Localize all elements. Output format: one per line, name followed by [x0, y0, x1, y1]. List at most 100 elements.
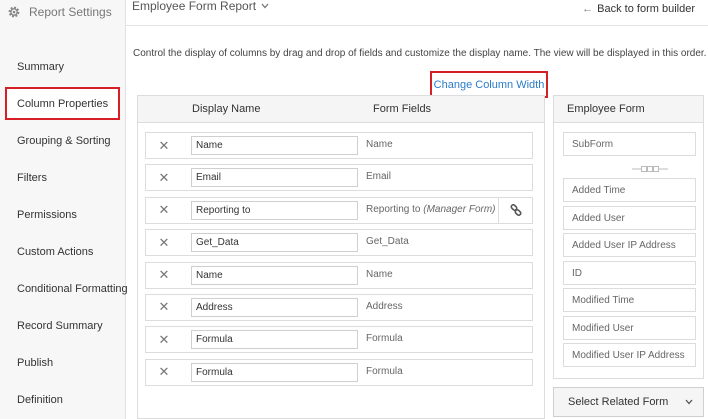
form-field-name: Name	[366, 269, 393, 280]
display-name-input[interactable]	[191, 136, 358, 155]
change-column-width-label: Change Column Width	[433, 78, 545, 91]
drag-divider-icon	[632, 166, 668, 172]
arrow-left-icon: ←	[582, 3, 594, 15]
close-icon: ✕	[158, 364, 170, 380]
close-icon: ✕	[158, 267, 170, 283]
close-icon: ✕	[158, 169, 170, 185]
sidebar-item-label: Column Properties	[17, 97, 109, 110]
close-icon: ✕	[158, 331, 170, 347]
panel-header: Display Name Form Fields	[138, 96, 544, 123]
sidebar-item-custom-actions[interactable]: Custom Actions	[0, 233, 126, 270]
report-title-dropdown[interactable]: Employee Form Report	[132, 0, 269, 13]
field-label: Modified User IP Address	[572, 349, 685, 361]
chevron-down-icon	[685, 399, 693, 405]
available-field[interactable]: Modified Time	[563, 288, 696, 312]
remove-column-button[interactable]: ✕	[146, 327, 182, 352]
back-to-form-builder-link[interactable]: ← Back to form builder	[582, 3, 695, 15]
available-field[interactable]: ID	[563, 261, 696, 285]
subform-field[interactable]: SubForm	[563, 132, 696, 156]
sidebar-item-label: Record Summary	[17, 319, 103, 332]
sidebar-item-label: Conditional Formatting	[17, 282, 128, 295]
sidebar-item-label: Filters	[17, 171, 47, 184]
column-row[interactable]: ✕ Email	[145, 164, 533, 192]
report-title: Employee Form Report	[132, 0, 257, 13]
sidebar: Report Settings Summary Column Propertie…	[0, 0, 128, 419]
sidebar-item-grouping-sorting[interactable]: Grouping & Sorting	[0, 122, 126, 159]
sidebar-item-label: Summary	[17, 60, 65, 73]
display-name-input[interactable]	[191, 297, 358, 317]
display-name-input[interactable]	[191, 330, 358, 350]
employee-form-header: Employee Form	[554, 96, 703, 123]
sidebar-item-label: Definition	[17, 393, 63, 406]
column-row[interactable]: ✕ Name	[145, 261, 533, 289]
form-field-label: Email	[366, 171, 392, 183]
lookup-link-button[interactable]	[498, 197, 532, 223]
available-field[interactable]: Added Time	[563, 178, 696, 202]
column-properties-panel: Display Name Form Fields ✕ Name ✕ Email …	[137, 95, 545, 419]
form-field-label: Name	[366, 139, 393, 150]
field-label: Added Time	[572, 184, 626, 196]
field-label: Modified User	[572, 322, 634, 334]
display-name-input[interactable]	[191, 200, 358, 220]
gear-icon	[8, 6, 20, 18]
form-field-label: Address	[366, 300, 403, 312]
sidebar-header: Report Settings	[0, 0, 125, 24]
display-name-input[interactable]	[191, 233, 358, 253]
column-row[interactable]: ✕ Address	[145, 293, 533, 321]
column-row[interactable]: ✕ Name	[145, 132, 533, 159]
remove-column-button[interactable]: ✕	[146, 295, 182, 320]
form-field-label: Get_Data	[366, 236, 409, 248]
available-field[interactable]: Modified User IP Address	[563, 343, 696, 367]
form-field-name: Formula	[366, 366, 403, 377]
remove-column-button[interactable]: ✕	[146, 133, 182, 158]
display-name-input[interactable]	[191, 265, 358, 285]
sidebar-item-label: Custom Actions	[17, 245, 94, 258]
display-name-header: Display Name	[192, 103, 261, 115]
sidebar-item-filters[interactable]: Filters	[0, 159, 126, 196]
chevron-down-icon	[261, 3, 269, 9]
form-field-name: Formula	[366, 333, 403, 344]
close-icon: ✕	[158, 234, 170, 250]
form-field-name: Name	[366, 139, 393, 150]
sidebar-item-summary[interactable]: Summary	[0, 48, 126, 85]
close-icon: ✕	[158, 137, 170, 153]
employee-form-fields-panel: Employee Form SubForm Added Time Added U…	[553, 95, 704, 379]
available-field[interactable]: Modified User	[563, 316, 696, 340]
sidebar-item-conditional-formatting[interactable]: Conditional Formatting	[0, 270, 128, 307]
display-name-input[interactable]	[191, 168, 358, 188]
remove-column-button[interactable]: ✕	[146, 198, 182, 223]
remove-column-button[interactable]: ✕	[146, 230, 182, 255]
related-form-label: (Manager Form)	[423, 203, 496, 215]
form-field-label: Reporting to	[366, 203, 421, 215]
column-row[interactable]: ✕ Reporting to (Manager Form)	[145, 196, 533, 224]
change-column-width-link[interactable]: Change Column Width	[430, 71, 548, 98]
form-field-name: Email	[366, 171, 391, 182]
select-related-form-dropdown[interactable]: Select Related Form	[553, 387, 704, 417]
available-field[interactable]: Added User IP Address	[563, 233, 696, 257]
form-field-name: Get_Data	[366, 236, 409, 247]
column-row[interactable]: ✕ Formula	[145, 358, 533, 386]
column-row[interactable]: ✕ Formula	[145, 326, 533, 354]
form-fields-header: Form Fields	[373, 103, 432, 115]
sidebar-item-permissions[interactable]: Permissions	[0, 196, 126, 233]
display-name-input[interactable]	[191, 362, 358, 382]
field-label: Modified Time	[572, 294, 635, 306]
sidebar-item-record-summary[interactable]: Record Summary	[0, 307, 126, 344]
sidebar-item-label: Publish	[17, 356, 54, 369]
remove-column-button[interactable]: ✕	[146, 165, 182, 190]
form-field-name: Address	[366, 301, 403, 312]
back-link-label: Back to form builder	[597, 3, 695, 15]
sidebar-item-definition[interactable]: Definition	[0, 381, 126, 418]
column-row[interactable]: ✕ Get_Data	[145, 229, 533, 257]
sidebar-item-label: Permissions	[17, 208, 77, 221]
form-field-label: Name	[366, 268, 393, 280]
close-icon: ✕	[158, 202, 170, 218]
sidebar-title: Report Settings	[29, 5, 112, 19]
sidebar-item-column-properties[interactable]: Column Properties	[5, 87, 120, 120]
remove-column-button[interactable]: ✕	[146, 263, 182, 288]
sidebar-item-publish[interactable]: Publish	[0, 344, 126, 381]
sidebar-item-label: Grouping & Sorting	[17, 134, 111, 147]
column-rows: ✕ Name ✕ Email ✕ Reporting to (Manager F…	[145, 132, 533, 391]
remove-column-button[interactable]: ✕	[146, 360, 182, 385]
available-field[interactable]: Added User	[563, 206, 696, 230]
